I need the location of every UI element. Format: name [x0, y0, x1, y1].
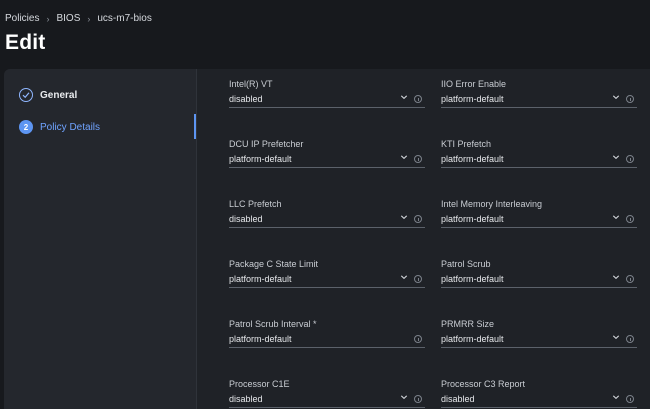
policy-details-form: Intel(R) VT disabled IIO Error Enable platf… [198, 69, 650, 409]
breadcrumb: Policies › BIOS › ucs-m7-bios [5, 13, 152, 24]
field-label: IIO Error Enable [441, 79, 507, 89]
field-value: disabled [229, 94, 263, 104]
field-select[interactable]: platform-default [441, 213, 637, 228]
form-field: Package C State Limit platform-default [229, 259, 425, 288]
breadcrumb-policies[interactable]: Policies [5, 13, 39, 24]
info-icon[interactable] [414, 275, 422, 283]
field-label: Patrol Scrub Interval * [229, 319, 317, 329]
info-icon[interactable] [414, 395, 422, 403]
field-select[interactable]: disabled [229, 93, 425, 108]
edit-panel: General 2 Policy Details Intel(R) VT disa… [4, 69, 650, 409]
info-icon[interactable] [414, 215, 422, 223]
info-icon[interactable] [626, 335, 634, 343]
chevron-down-icon [612, 333, 620, 343]
chevron-down-icon [612, 393, 620, 403]
field-value: platform-default [441, 334, 504, 344]
field-value: disabled [229, 394, 263, 404]
field-value: disabled [229, 214, 263, 224]
scrollbar[interactable] [646, 69, 650, 409]
field-value: platform-default [229, 154, 292, 164]
wizard-step-label: Policy Details [40, 121, 101, 133]
info-icon[interactable] [626, 95, 634, 103]
field-label: Intel Memory Interleaving [441, 199, 543, 209]
field-value: platform-default [441, 154, 504, 164]
field-value: disabled [441, 394, 475, 404]
info-icon[interactable] [626, 215, 634, 223]
field-label: Patrol Scrub [441, 259, 491, 269]
field-label: Package C State Limit [229, 259, 319, 269]
field-label: LLC Prefetch [229, 199, 282, 209]
info-icon[interactable] [414, 335, 422, 343]
field-value: platform-default [441, 214, 504, 224]
breadcrumb-separator: › [87, 13, 91, 24]
field-select[interactable]: disabled [229, 393, 425, 408]
field-select[interactable]: platform-default [441, 333, 637, 348]
field-input[interactable]: platform-default [229, 333, 425, 348]
field-select[interactable]: platform-default [441, 153, 637, 168]
wizard-nav: General 2 Policy Details [4, 69, 197, 409]
info-icon[interactable] [626, 155, 634, 163]
field-value: platform-default [441, 94, 504, 104]
chevron-down-icon [612, 273, 620, 283]
field-value: platform-default [229, 334, 292, 344]
active-step-indicator [194, 114, 196, 139]
field-select[interactable]: disabled [229, 213, 425, 228]
field-select[interactable]: platform-default [441, 93, 637, 108]
info-icon[interactable] [626, 395, 634, 403]
page-title: Edit [5, 31, 46, 54]
info-icon[interactable] [414, 155, 422, 163]
field-label: KTI Prefetch [441, 139, 492, 149]
field-label: Processor C3 Report [441, 379, 526, 389]
form-field: Intel(R) VT disabled [229, 79, 425, 108]
chevron-down-icon [612, 153, 620, 163]
form-field: Patrol Scrub Interval * platform-default [229, 319, 425, 348]
breadcrumb-bios[interactable]: BIOS [56, 13, 80, 24]
form-field: LLC Prefetch disabled [229, 199, 425, 228]
field-select[interactable]: platform-default [229, 273, 425, 288]
wizard-step-policy-details[interactable]: 2 Policy Details [19, 120, 100, 134]
chevron-down-icon [612, 213, 620, 223]
field-select[interactable]: platform-default [441, 273, 637, 288]
form-field: Patrol Scrub platform-default [441, 259, 637, 288]
form-field: DCU IP Prefetcher platform-default [229, 139, 425, 168]
breadcrumb-separator: › [46, 13, 50, 24]
chevron-down-icon [400, 213, 408, 223]
check-icon [19, 88, 33, 102]
info-icon[interactable] [626, 275, 634, 283]
wizard-step-general[interactable]: General [19, 88, 77, 102]
field-select[interactable]: disabled [441, 393, 637, 408]
field-label: Processor C1E [229, 379, 290, 389]
chevron-down-icon [400, 153, 408, 163]
chevron-down-icon [400, 93, 408, 103]
field-label: Intel(R) VT [229, 79, 273, 89]
field-value: platform-default [441, 274, 504, 284]
form-field: Intel Memory Interleaving platform-defaul… [441, 199, 637, 228]
breadcrumb-current: ucs-m7-bios [97, 13, 152, 24]
form-field: PRMRR Size platform-default [441, 319, 637, 348]
chevron-down-icon [612, 93, 620, 103]
field-label: DCU IP Prefetcher [229, 139, 304, 149]
field-select[interactable]: platform-default [229, 153, 425, 168]
step-number-badge: 2 [19, 120, 33, 134]
info-icon[interactable] [414, 95, 422, 103]
field-label: PRMRR Size [441, 319, 495, 329]
chevron-down-icon [400, 393, 408, 403]
form-field: KTI Prefetch platform-default [441, 139, 637, 168]
chevron-down-icon [400, 273, 408, 283]
form-field: Processor C1E disabled [229, 379, 425, 408]
form-field: Processor C3 Report disabled [441, 379, 637, 408]
field-value: platform-default [229, 274, 292, 284]
wizard-step-label: General [40, 89, 78, 101]
form-field: IIO Error Enable platform-default [441, 79, 637, 108]
